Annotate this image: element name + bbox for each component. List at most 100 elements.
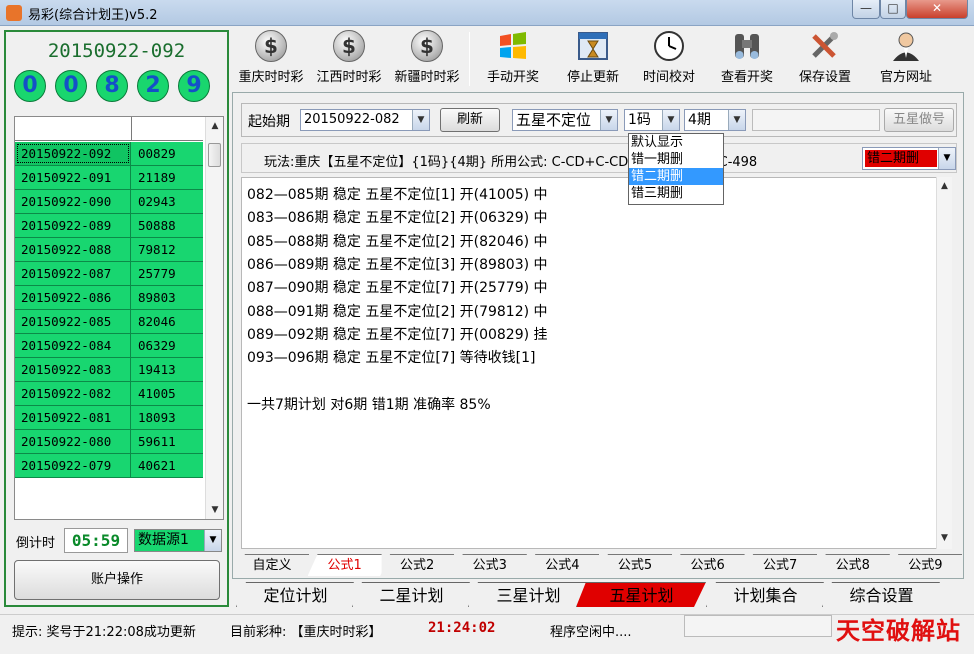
scroll-up-icon[interactable]: ▲: [206, 117, 223, 135]
chevron-down-icon[interactable]: ▼: [662, 110, 679, 130]
extra-input[interactable]: [752, 109, 880, 131]
tab-formula-7[interactable]: 公式7: [743, 554, 818, 576]
history-row[interactable]: 20150922-089 50888: [15, 214, 203, 238]
app-body: 20150922-092 0 0 8 2 9 20150922-092 00829…: [0, 26, 974, 654]
tools-icon: [808, 30, 842, 62]
error-mode-option[interactable]: 错三期删: [629, 185, 723, 202]
toolbar-button-1[interactable]: $ 重庆时时彩: [232, 30, 310, 86]
result-line: 086—089期 稳定 五星不定位[3] 开(89803) 中: [247, 256, 548, 273]
toolbar-button-7[interactable]: 查看开奖: [714, 30, 780, 86]
title-bar: 易彩(综合计划王)v5.2 — □ ✕: [0, 0, 974, 26]
chevron-down-icon[interactable]: ▼: [938, 148, 955, 169]
number-ball: 8: [96, 70, 128, 102]
tab-plan-3[interactable]: 五星计划: [576, 582, 706, 607]
start-period-select[interactable]: 20150922-082 ▼: [300, 109, 430, 131]
history-row[interactable]: 20150922-088 79812: [15, 238, 203, 262]
results-area[interactable]: 082—085期 稳定 五星不定位[1] 开(41005) 中 083—086期 …: [241, 177, 951, 549]
toolbar-label: 时间校对: [642, 70, 695, 85]
history-scrollbar[interactable]: ▲ ▼: [205, 117, 223, 519]
data-source-value: 数据源1: [138, 532, 189, 548]
chevron-down-icon[interactable]: ▼: [600, 110, 617, 130]
toolbar-button-8[interactable]: 保存设置: [792, 30, 858, 86]
history-row[interactable]: 20150922-092 00829: [15, 142, 203, 166]
history-period: 20150922-080: [15, 430, 131, 453]
account-button[interactable]: 账户操作: [14, 560, 220, 600]
toolbar-button-9[interactable]: 官方网址: [870, 30, 942, 86]
minimize-button[interactable]: —: [852, 0, 880, 19]
tab-plan-2[interactable]: 三星计划: [468, 582, 588, 607]
tab-formula-3[interactable]: 公式3: [452, 554, 527, 576]
scroll-down-icon[interactable]: ▼: [937, 529, 952, 547]
error-mode-value: 错二期删: [865, 150, 937, 167]
error-mode-select[interactable]: 错二期删 ▼: [862, 147, 956, 170]
toolbar-button-4[interactable]: 手动开奖: [480, 30, 546, 86]
chevron-down-icon[interactable]: ▼: [412, 110, 429, 130]
error-mode-option[interactable]: 错二期删: [629, 168, 723, 185]
toolbar-button-2[interactable]: $ 江西时时彩: [310, 30, 388, 86]
tab-formula-2[interactable]: 公式2: [380, 554, 455, 576]
period-count-select[interactable]: 4期 ▼: [684, 109, 746, 131]
tab-formula-8[interactable]: 公式8: [815, 554, 890, 576]
chevron-down-icon[interactable]: ▼: [728, 110, 745, 130]
number-ball: 2: [137, 70, 169, 102]
tab-formula-5[interactable]: 公式5: [598, 554, 672, 576]
number-ball: 0: [14, 70, 46, 102]
tab-formula-9[interactable]: 公式9: [888, 554, 963, 576]
close-button[interactable]: ✕: [906, 0, 968, 19]
history-row[interactable]: 20150922-083 19413: [15, 358, 203, 382]
toolbar-button-5[interactable]: 停止更新: [560, 30, 626, 86]
play-type-select[interactable]: 五星不定位 ▼: [512, 109, 618, 131]
countdown-label: 倒计时: [16, 536, 56, 551]
history-row[interactable]: 20150922-081 18093: [15, 406, 203, 430]
history-row[interactable]: 20150922-079 40621: [15, 454, 203, 478]
status-panel: [684, 615, 832, 637]
tab-formula-1[interactable]: 公式1: [307, 554, 382, 576]
chevron-down-icon[interactable]: ▼: [204, 530, 221, 551]
toolbar-button-3[interactable]: $ 新疆时时彩: [388, 30, 466, 86]
history-period: 20150922-083: [15, 358, 131, 381]
code-count-select[interactable]: 1码 ▼: [624, 109, 680, 131]
info-bar: 玩法:重庆【五星不定位】{1码}{4期} 所用公式: C-CD+C-CDC-C-…: [241, 143, 957, 173]
history-row[interactable]: 20150922-084 06329: [15, 334, 203, 358]
error-mode-option[interactable]: 默认显示: [629, 134, 723, 151]
toolbar-label: 保存设置: [798, 70, 851, 85]
error-mode-option[interactable]: 错一期删: [629, 151, 723, 168]
windows-flag-icon: [496, 30, 530, 62]
maximize-button[interactable]: □: [880, 0, 906, 19]
draw-panel: 20150922-092 0 0 8 2 9 20150922-092 00829…: [4, 30, 229, 607]
history-row[interactable]: 20150922-082 41005: [15, 382, 203, 406]
plan-panel: 起始期 20150922-082 ▼ 刷新 五星不定位 ▼ 1码 ▼ 4期 ▼ …: [232, 92, 964, 579]
toolbar-button-6[interactable]: 时间校对: [636, 30, 702, 86]
results-scrollbar[interactable]: ▲ ▼: [936, 177, 952, 549]
history-list[interactable]: 20150922-092 00829 20150922-091 21189 201509…: [14, 116, 224, 520]
data-source-select[interactable]: 数据源1 ▼: [134, 529, 222, 552]
tab-plan-5[interactable]: 综合设置: [822, 582, 940, 607]
scroll-up-icon[interactable]: ▲: [937, 177, 952, 195]
result-line: 089—092期 稳定 五星不定位[7] 开(00829) 挂: [247, 326, 548, 343]
tab-plan-4[interactable]: 计划集合: [706, 582, 824, 607]
scroll-down-icon[interactable]: ▼: [206, 501, 223, 519]
fivestar-button[interactable]: 五星做号: [884, 108, 954, 132]
start-period-value: 20150922-082: [304, 112, 400, 127]
tab-plan-0[interactable]: 定位计划: [236, 582, 354, 607]
tab-formula-4[interactable]: 公式4: [525, 554, 600, 576]
history-row[interactable]: 20150922-091 21189: [15, 166, 203, 190]
history-row[interactable]: 20150922-087 25779: [15, 262, 203, 286]
play-type-value: 五星不定位: [516, 111, 592, 129]
history-period: 20150922-082: [15, 382, 131, 405]
history-row[interactable]: 20150922-085 82046: [15, 310, 203, 334]
history-number: 00829: [138, 146, 176, 161]
scroll-thumb[interactable]: [208, 143, 221, 167]
tab-plan-1[interactable]: 二星计划: [352, 582, 470, 607]
status-bar: 提示: 奖号于21:22:08成功更新 目前彩种: 【重庆时时彩】 21:24:…: [0, 614, 974, 654]
history-row[interactable]: 20150922-080 59611: [15, 430, 203, 454]
tab-formula-0[interactable]: 自定义: [235, 554, 309, 576]
period-count-value: 4期: [688, 112, 711, 128]
tab-formula-6[interactable]: 公式6: [670, 554, 745, 576]
result-line: 093—096期 稳定 五星不定位[7] 等待收钱[1]: [247, 350, 536, 367]
history-number: 18093: [138, 410, 176, 425]
refresh-button[interactable]: 刷新: [440, 108, 500, 132]
history-row[interactable]: 20150922-090 02943: [15, 190, 203, 214]
history-number: 02943: [138, 194, 176, 209]
history-row[interactable]: 20150922-086 89803: [15, 286, 203, 310]
